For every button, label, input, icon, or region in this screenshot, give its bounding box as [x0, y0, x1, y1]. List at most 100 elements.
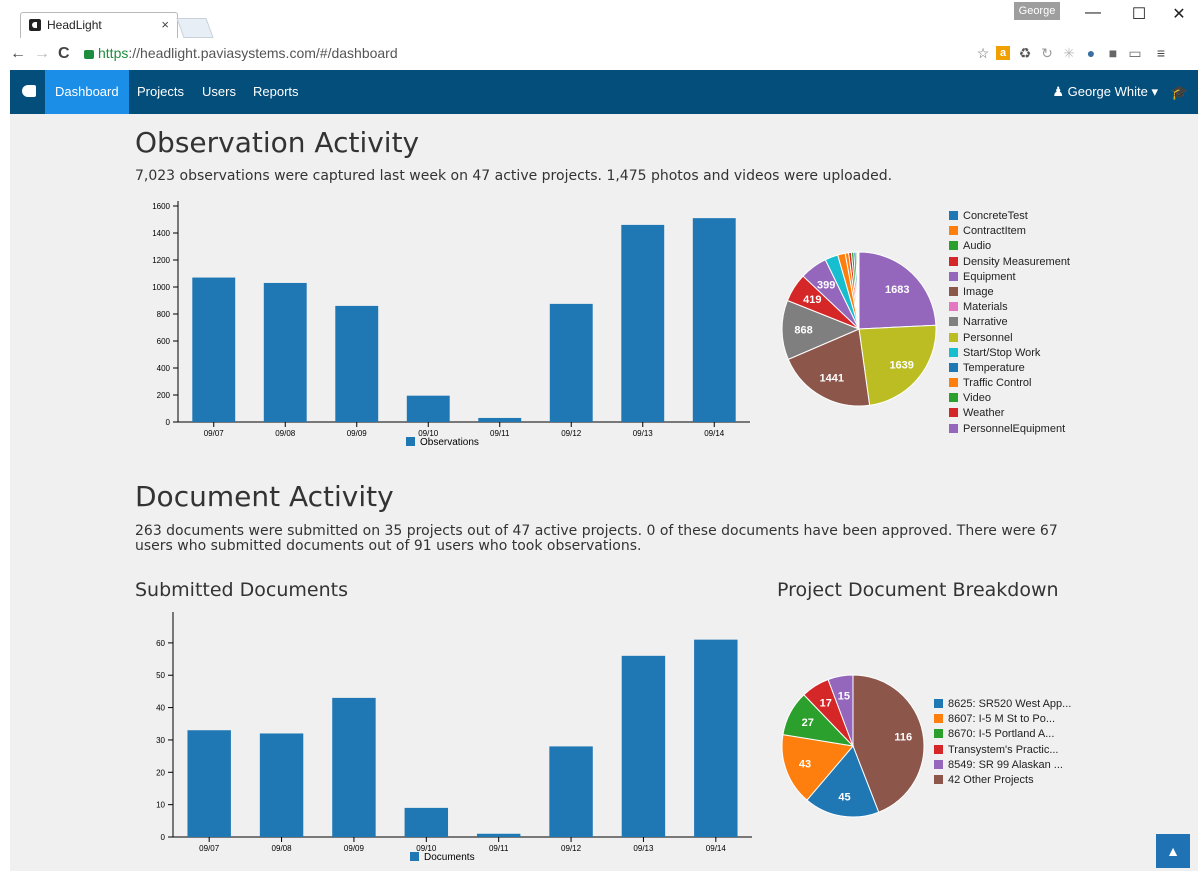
bar	[335, 305, 379, 422]
y-tick-label: 800	[157, 310, 171, 319]
nav-reports[interactable]: Reports	[243, 70, 309, 114]
bar	[476, 833, 521, 837]
legend-item: Density Measurement	[949, 255, 1070, 270]
observation-activity-title: Observation Activity	[135, 126, 420, 159]
browser-tab[interactable]: HeadLight ×	[20, 12, 178, 38]
legend-swatch	[949, 393, 958, 403]
x-tick-label: 09/12	[561, 429, 582, 438]
pie-slice-label: 1441	[820, 372, 844, 384]
legend-label: Materials	[963, 301, 1008, 314]
legend-item: 42 Other Projects	[934, 773, 1071, 788]
lock-icon	[84, 50, 94, 59]
observations-bar-chart: 0 200 400 600 800 1000 1200 1400 1600 09/07 09/08 0…	[152, 201, 750, 448]
reload-icon[interactable]: C	[58, 45, 70, 63]
user-menu[interactable]: ♟ George White ▾	[1052, 70, 1158, 114]
legend-swatch	[934, 699, 943, 708]
submitted-documents-title: Submitted Documents	[135, 579, 348, 601]
tab-title: HeadLight	[47, 18, 102, 32]
pie-slice-label: 868	[794, 325, 812, 337]
y-tick-label: 20	[156, 768, 165, 777]
legend-swatch	[949, 271, 958, 281]
minimize-icon[interactable]: —	[1078, 4, 1108, 22]
maximize-icon[interactable]: ☐	[1124, 4, 1154, 24]
profile-badge[interactable]: George	[1014, 2, 1060, 20]
amazon-extension-icon[interactable]: a	[996, 46, 1010, 60]
pie-slice-label: 1639	[889, 359, 913, 371]
nav-projects[interactable]: Projects	[127, 70, 194, 114]
bar	[192, 277, 236, 422]
user-name: George White	[1067, 84, 1148, 99]
pie-slice-label: 399	[817, 279, 835, 291]
legend-swatch	[934, 714, 943, 724]
url-scheme: https	[98, 45, 129, 61]
cast-icon[interactable]: ▭	[1128, 46, 1142, 60]
legend-swatch	[949, 241, 958, 251]
refresh-extension-icon[interactable]: ↻	[1040, 46, 1054, 60]
pie-slice-label: 27	[802, 717, 814, 729]
document-summary-line-1: 263 documents were submitted on 35 proje…	[135, 523, 1058, 539]
window-left-edge	[0, 70, 10, 871]
graduation-cap-icon[interactable]: 🎓	[1171, 84, 1188, 101]
scroll-to-top-button[interactable]: ▲	[1156, 834, 1190, 868]
legend-item: Audio	[949, 239, 1070, 254]
y-tick-label: 10	[156, 801, 165, 810]
legend-swatch	[949, 408, 958, 418]
legend-label: Narrative	[963, 316, 1008, 329]
bar	[406, 395, 450, 422]
cloud-extension-icon[interactable]: ●	[1084, 46, 1098, 60]
pie-slice-label: 43	[799, 759, 811, 771]
x-tick-label: 09/07	[204, 429, 225, 438]
legend-label: Audio	[963, 240, 992, 253]
legend-swatch	[410, 852, 419, 861]
legend-label: Observations	[420, 437, 479, 448]
legend-swatch	[934, 744, 943, 754]
bar	[259, 733, 304, 837]
bar	[694, 639, 738, 837]
y-tick-label: 50	[156, 671, 165, 680]
project-document-breakdown-title: Project Document Breakdown	[777, 579, 1059, 601]
legend-item: Weather	[949, 406, 1070, 421]
legend-item: 8607: I-5 M St to Po...	[934, 712, 1071, 727]
legend-item: Video	[949, 391, 1070, 406]
document-summary-line-2: users who submitted documents out of 91 …	[135, 538, 642, 554]
snowflake-extension-icon[interactable]: ✳	[1062, 46, 1076, 60]
nav-dashboard[interactable]: Dashboard	[45, 70, 129, 114]
screen-extension-icon[interactable]: ■	[1106, 46, 1120, 60]
app-navbar: Dashboard Projects Users Reports ♟ Georg…	[10, 70, 1198, 114]
x-tick-label: 09/09	[347, 429, 368, 438]
user-icon: ♟	[1052, 84, 1068, 99]
new-tab-button[interactable]	[176, 18, 214, 38]
legend-label: Equipment	[963, 270, 1016, 283]
documents-bar-chart: 010203040506009/07 09/08 09/09 09/10 09/11 09…	[156, 612, 752, 863]
legend-label: 42 Other Projects	[948, 773, 1034, 786]
legend-swatch	[949, 211, 958, 220]
legend-swatch	[949, 378, 958, 388]
legend-label: Transystem's Practic...	[948, 743, 1059, 756]
headlight-logo-icon[interactable]	[22, 85, 36, 97]
bookmark-star-icon[interactable]: ☆	[976, 46, 990, 60]
back-arrow-icon[interactable]: ←	[10, 45, 26, 63]
nav-users[interactable]: Users	[192, 70, 246, 114]
legend-item: Narrative	[949, 315, 1070, 330]
legend-swatch	[949, 332, 958, 342]
observation-summary: 7,023 observations were captured last we…	[135, 168, 893, 184]
address-bar[interactable]: https://headlight.paviasystems.com/#/das…	[84, 43, 964, 63]
forward-arrow-icon[interactable]: →	[34, 45, 50, 63]
y-tick-label: 400	[157, 364, 171, 373]
recycle-extension-icon[interactable]: ♻	[1018, 46, 1032, 60]
y-tick-label: 40	[156, 704, 165, 713]
window-close-icon[interactable]: ✕	[1164, 4, 1194, 24]
y-tick-label: 200	[157, 391, 171, 400]
y-tick-label: 60	[156, 639, 165, 648]
y-tick-label: 30	[156, 736, 165, 745]
pie-slice-label: 17	[820, 698, 832, 710]
pie-slice	[857, 251, 860, 330]
legend-item: Traffic Control	[949, 376, 1070, 391]
legend-swatch	[949, 226, 958, 236]
tab-close-icon[interactable]: ×	[161, 17, 169, 32]
y-tick-label: 1000	[152, 283, 170, 292]
browser-menu-icon[interactable]: ≡	[1154, 46, 1168, 60]
legend-swatch	[934, 729, 943, 739]
legend-item: 8625: SR520 West App...	[934, 697, 1071, 712]
x-tick-label: 09/13	[633, 844, 654, 853]
